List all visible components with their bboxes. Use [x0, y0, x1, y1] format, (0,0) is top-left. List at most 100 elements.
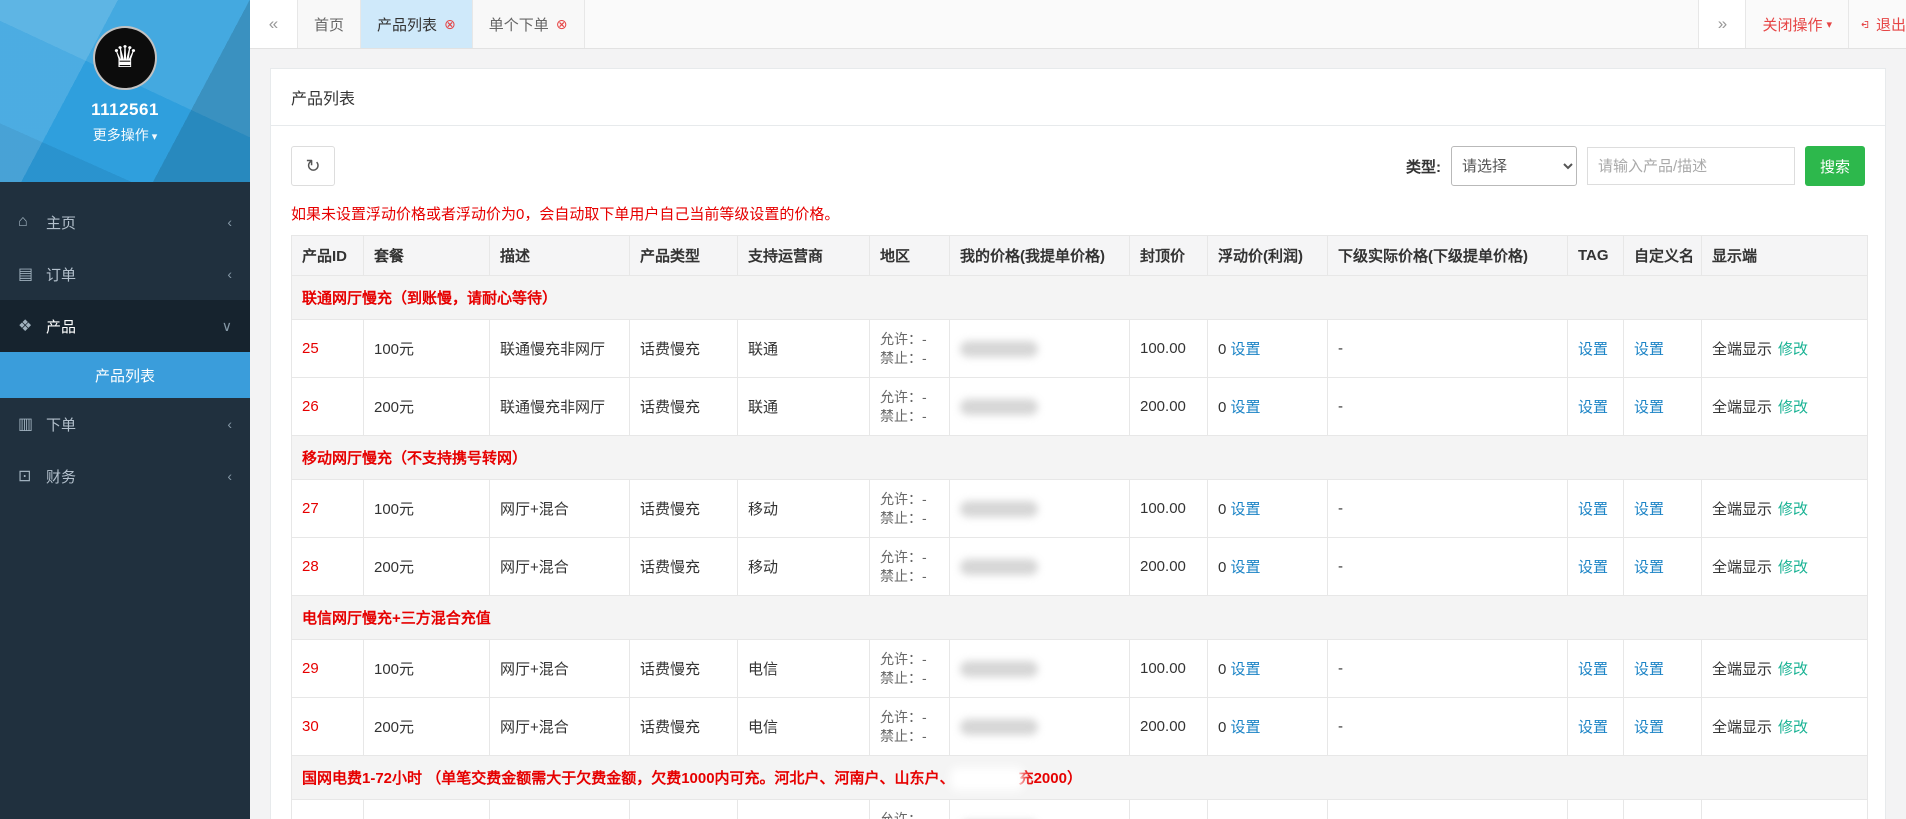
redacted-price [960, 341, 1038, 358]
sidebar-item-订单[interactable]: ▤ 订单 ‹ [0, 248, 250, 300]
sidebar-subitem-产品列表[interactable]: 产品列表 [0, 352, 250, 398]
sidebar-menu: ⌂ 主页 ‹ ▤ 订单 ‹ ❖ 产品 ∨ 产品列表 ▥ 下单 ‹ ⊡ 财务 ‹ [0, 196, 250, 502]
sidebar-item-主页[interactable]: ⌂ 主页 ‹ [0, 196, 250, 248]
toolbar: ↻ 类型: 请选择 搜索 [291, 146, 1865, 186]
region-cell: 允许：-禁止：- [869, 799, 950, 819]
tag-cell: 设置 [1567, 479, 1624, 538]
region-allow: 允许：- [880, 330, 927, 347]
custom-name-set-link[interactable]: 设置 [1634, 559, 1664, 576]
tab-单个下单[interactable]: 单个下单 ⊗ [472, 0, 585, 48]
sub-price-cell: - [1327, 537, 1568, 596]
custom-name-set-link[interactable]: 设置 [1634, 399, 1664, 416]
tag-set-link[interactable]: 设置 [1578, 559, 1608, 576]
description-cell: 网厅+混合 [489, 639, 630, 698]
custom-name-set-link[interactable]: 设置 [1634, 661, 1664, 678]
sidebar-item-下单[interactable]: ▥ 下单 ‹ [0, 398, 250, 450]
sub-price-cell: - [1327, 639, 1568, 698]
home-icon: ⌂ [18, 213, 28, 230]
float-value: 0 [1218, 719, 1231, 736]
modify-link[interactable]: 修改 [1778, 661, 1808, 678]
chevron-down-icon: ▾ [151, 131, 158, 143]
type-select[interactable]: 请选择 [1450, 146, 1577, 186]
modify-link[interactable]: 修改 [1778, 719, 1808, 736]
float-set-link[interactable]: 设置 [1231, 341, 1261, 358]
redacted-price [960, 661, 1038, 678]
float-set-link[interactable]: 设置 [1231, 399, 1261, 416]
product-row: 27 100元 网厅+混合 话费慢充 移动 允许：- 禁止：- 100.00 0 设置 - 设置 设置… [291, 479, 1868, 538]
tag-set-link[interactable]: 设置 [1578, 399, 1608, 416]
sidebar-item-label: 主页 [46, 214, 77, 232]
tabs-scroll-left-button[interactable]: « [250, 0, 298, 48]
logo[interactable]: ♛ [93, 26, 157, 90]
float-set-link[interactable]: 设置 [1231, 661, 1261, 678]
float-value: 0 [1218, 341, 1231, 358]
float-set-link[interactable]: 设置 [1231, 559, 1261, 576]
display-cell: 全端显示 修改 [1701, 639, 1868, 698]
region-deny: 禁止：- [880, 349, 927, 366]
float-value: 0 [1218, 661, 1231, 678]
column-header: 产品ID [291, 235, 364, 276]
column-header: 地区 [869, 235, 950, 276]
tag-set-link[interactable]: 设置 [1578, 719, 1608, 736]
float-price-cell [1207, 799, 1328, 819]
carrier-cell: 联通 [737, 319, 870, 378]
description-cell [489, 799, 630, 819]
product-id-cell: 28 [291, 537, 364, 596]
custom-name-cell: 设置 [1623, 319, 1702, 378]
sidebar: ♛ 1112561 更多操作 ▾ ⌂ 主页 ‹ ▤ 订单 ‹ ❖ 产品 ∨ 产品列表 ▥ 下单 ‹ ⊡ 财务 ‹ [0, 0, 250, 819]
modify-link[interactable]: 修改 [1778, 341, 1808, 358]
close-icon[interactable]: ⊗ [444, 17, 456, 31]
close-actions-dropdown[interactable]: 关闭操作 ▾ [1746, 0, 1848, 48]
tab-首页[interactable]: 首页 [298, 0, 362, 48]
plan-cell [363, 799, 490, 819]
description-cell: 网厅+混合 [489, 479, 630, 538]
cap-price-cell: 200.00 [1129, 537, 1208, 596]
sidebar-item-产品[interactable]: ❖ 产品 ∨ [0, 300, 250, 352]
float-price-cell: 0 设置 [1207, 697, 1328, 756]
product-id-cell: 30 [291, 697, 364, 756]
product-type-cell [629, 799, 738, 819]
more-actions-dropdown[interactable]: 更多操作 ▾ [0, 125, 250, 145]
description-cell: 联通慢充非网厅 [489, 319, 630, 378]
modify-link[interactable]: 修改 [1778, 399, 1808, 416]
panel-title: 产品列表 [271, 69, 1885, 126]
float-set-link[interactable]: 设置 [1231, 719, 1261, 736]
carrier-cell: 移动 [737, 479, 870, 538]
product-row: 28 200元 网厅+混合 话费慢充 移动 允许：- 禁止：- 200.00 0 设置 - 设置 设置… [291, 537, 1868, 596]
modify-link[interactable]: 修改 [1778, 559, 1808, 576]
tag-set-link[interactable]: 设置 [1578, 341, 1608, 358]
tag-set-link[interactable]: 设置 [1578, 501, 1608, 518]
custom-name-set-link[interactable]: 设置 [1634, 719, 1664, 736]
float-set-link[interactable]: 设置 [1231, 501, 1261, 518]
description-cell: 网厅+混合 [489, 537, 630, 596]
display-value: 全端显示 [1712, 661, 1773, 678]
custom-name-set-link[interactable]: 设置 [1634, 341, 1664, 358]
search-button[interactable]: 搜索 [1804, 146, 1865, 186]
type-label: 类型: [1405, 158, 1441, 176]
region-allow: 允许：- [880, 388, 927, 405]
refresh-button[interactable]: ↻ [291, 146, 335, 186]
float-price-cell: 0 设置 [1207, 639, 1328, 698]
logout-button[interactable]: 退出 [1848, 0, 1906, 48]
search-input[interactable] [1586, 147, 1795, 185]
table-header-row: 产品ID 套餐 描述 产品类型 支持运营商 地区 我的价格(我提单价格) 封顶价 浮动价(利润)… [291, 235, 1868, 276]
custom-name-set-link[interactable]: 设置 [1634, 501, 1664, 518]
region-cell: 允许：-禁止：- [869, 479, 950, 538]
tabs-scroll-right-button[interactable]: » [1698, 0, 1747, 48]
carrier-cell: 联通 [737, 377, 870, 436]
tabs: 首页 产品列表 ⊗ 单个下单 ⊗ [298, 0, 585, 48]
chevron-left-icon: ‹ [227, 468, 232, 484]
tab-产品列表[interactable]: 产品列表 ⊗ [361, 0, 473, 48]
display-value: 全端显示 [1712, 341, 1773, 358]
panel-body: ↻ 类型: 请选择 搜索 如果未设置浮动价格或者浮动价为0，会自动取下单用户自己… [271, 126, 1885, 819]
cap-price-cell: 100.00 [1129, 319, 1208, 378]
product-type-cell: 话费慢充 [629, 697, 738, 756]
plan-cell: 100元 [363, 319, 490, 378]
custom-name-cell: 设置 [1623, 639, 1702, 698]
group-title: 国网电费1-72小时 （单笔交费金额需大于欠费金额，欠费1000内可充。河北户、… [291, 755, 1868, 800]
close-icon[interactable]: ⊗ [556, 17, 568, 31]
tag-set-link[interactable]: 设置 [1578, 661, 1608, 678]
plan-cell: 100元 [363, 639, 490, 698]
sidebar-item-财务[interactable]: ⊡ 财务 ‹ [0, 450, 250, 502]
modify-link[interactable]: 修改 [1778, 501, 1808, 518]
